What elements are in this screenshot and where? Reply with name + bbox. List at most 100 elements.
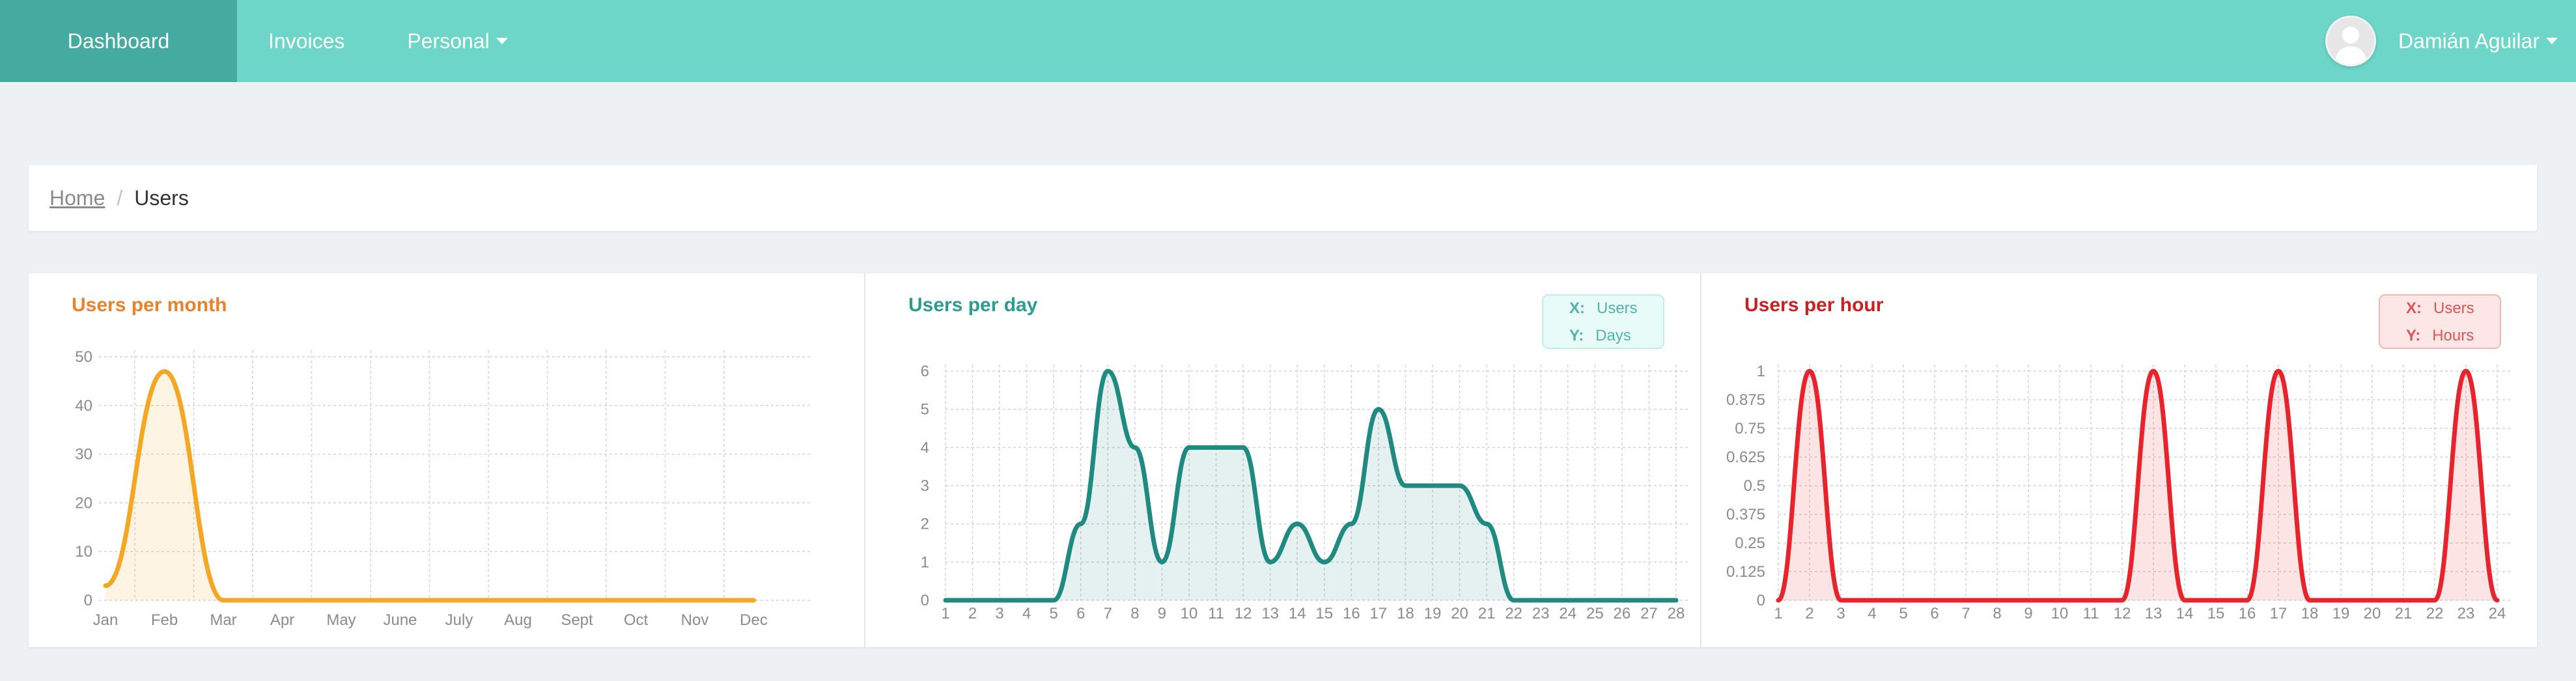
top-navbar: Dashboard Invoices Personal Damián Aguil…: [0, 0, 2576, 82]
avatar-head-shape: [2342, 27, 2359, 44]
y-tick-label: 50: [75, 348, 92, 366]
x-tick-label: Oct: [624, 611, 649, 629]
breadcrumb-separator: /: [117, 186, 123, 210]
x-tick-label: Jan: [93, 611, 119, 629]
y-tick-label: 3: [921, 477, 929, 495]
x-tick-label: 14: [2176, 605, 2194, 622]
y-tick-label: 6: [921, 363, 929, 380]
x-tick-label: 14: [1289, 605, 1306, 622]
x-tick-label: 20: [2364, 605, 2381, 622]
y-tick-label: 30: [75, 446, 92, 464]
x-tick-label: Aug: [504, 611, 532, 629]
x-tick-label: 6: [1930, 605, 1939, 622]
avatar[interactable]: [2325, 16, 2376, 66]
chevron-down-icon: [2546, 38, 2558, 44]
y-tick-label: 0: [84, 592, 92, 609]
x-tick-label: 17: [1370, 605, 1388, 622]
nav-dashboard-label: Dashboard: [67, 29, 170, 53]
x-tick-label: Feb: [151, 611, 178, 629]
y-tick-label: 4: [921, 439, 929, 456]
x-tick-label: 22: [1505, 605, 1522, 622]
y-tick-label: 40: [75, 397, 92, 415]
x-tick-label: 10: [1181, 605, 1198, 622]
y-tick-label: 1: [921, 553, 929, 571]
x-tick-label: 16: [2239, 605, 2256, 622]
x-tick-label: 27: [1640, 605, 1658, 622]
x-tick-label: Dec: [740, 611, 768, 629]
x-tick-label: Sept: [561, 611, 593, 629]
x-tick-label: Nov: [681, 611, 709, 629]
x-tick-label: July: [445, 611, 473, 629]
x-tick-label: 17: [2270, 605, 2288, 622]
x-tick-label: 22: [2426, 605, 2444, 622]
user-menu[interactable]: Damián Aguilar: [2325, 0, 2558, 82]
x-tick-label: 28: [1668, 605, 1685, 622]
x-tick-label: 2: [1805, 605, 1813, 622]
x-tick-label: 6: [1076, 605, 1085, 622]
x-tick-label: 5: [1050, 605, 1058, 622]
y-tick-label: 2: [921, 516, 929, 533]
x-tick-label: 24: [2489, 605, 2506, 622]
breadcrumb-home-link[interactable]: Home: [49, 186, 105, 210]
chart-panel-month: Users per month 0 10 20 30 40 50 Jan Feb Mar Apr M…: [29, 273, 864, 647]
x-tick-label: 21: [2395, 605, 2413, 622]
nav-personal-label: Personal: [407, 29, 490, 53]
x-tick-label: 24: [1559, 605, 1576, 622]
x-tick-label: 23: [1532, 605, 1550, 622]
user-name: Damián Aguilar: [2398, 29, 2540, 53]
x-tick-label: 26: [1614, 605, 1631, 622]
y-tick-label: 0.125: [1726, 563, 1765, 581]
chart-panel-day: Users per day X: Users Y: Days 01234561234…: [864, 273, 1701, 647]
x-tick-label: May: [326, 611, 356, 629]
x-tick-label: 16: [1343, 605, 1360, 622]
x-tick-label: 23: [2457, 605, 2475, 622]
nav-invoices-label: Invoices: [268, 29, 345, 53]
nav-invoices[interactable]: Invoices: [237, 0, 376, 82]
y-tick-label: 10: [75, 543, 92, 561]
x-tick-label: 5: [1899, 605, 1907, 622]
x-tick-label: 21: [1478, 605, 1496, 622]
x-tick-label: 19: [2332, 605, 2350, 622]
x-tick-label: 12: [1235, 605, 1252, 622]
x-tick-label: 13: [1261, 605, 1279, 622]
x-tick-label: 9: [1158, 605, 1166, 622]
chart-users-per-month: 0 10 20 30 40 50 Jan Feb Mar Apr May June July Aug Sep…: [75, 348, 810, 629]
x-tick-label: 1: [1774, 605, 1782, 622]
nav-personal-dropdown[interactable]: Personal: [376, 0, 539, 82]
x-tick-label: 9: [2024, 605, 2032, 622]
charts-card: Users per month 0 10 20 30 40 50 Jan Feb Mar Apr M…: [29, 273, 2537, 647]
chart-users-per-day: 01234561 2 3 4 5 6 7 8 9 10 11 12 13 14 15 16 17 18 19 20 21…: [921, 363, 1689, 622]
x-tick-label: 11: [2083, 605, 2099, 622]
x-tick-label: 20: [1451, 605, 1468, 622]
x-tick-label: 8: [1130, 605, 1139, 622]
x-tick-label: June: [383, 611, 417, 629]
x-tick-label: Mar: [210, 611, 236, 629]
nav-dashboard[interactable]: Dashboard: [0, 0, 237, 82]
y-tick-label: 0.25: [1735, 535, 1765, 552]
x-tick-label: 4: [1022, 605, 1031, 622]
y-tick-label: 5: [921, 401, 929, 419]
breadcrumb-current: Users: [134, 186, 189, 210]
x-tick-label: 13: [2145, 605, 2163, 622]
x-tick-label: 7: [1961, 605, 1970, 622]
y-tick-label: 0.75: [1735, 420, 1765, 438]
x-tick-label: Apr: [270, 611, 294, 629]
avatar-body-shape: [2335, 46, 2366, 64]
x-tick-label: 11: [1208, 605, 1224, 622]
x-tick-label: 3: [995, 605, 1003, 622]
x-tick-label: 12: [2114, 605, 2131, 622]
y-tick-label: 0.5: [1744, 477, 1765, 495]
x-tick-label: 15: [2207, 605, 2225, 622]
x-tick-label: 7: [1104, 605, 1112, 622]
y-tick-label: 0.375: [1726, 506, 1765, 523]
x-tick-label: 15: [1315, 605, 1333, 622]
chart-panel-hour: Users per hour X: Users Y: Hours 0 0.125 0.2…: [1700, 273, 2538, 647]
x-tick-label: 10: [2051, 605, 2069, 622]
x-tick-label: 4: [1868, 605, 1876, 622]
x-tick-label: 18: [2301, 605, 2319, 622]
chart-users-per-hour: 00.1250.250.3750.50.6250.750.87511 2 3 4 5 6 7…: [1726, 363, 2510, 622]
x-tick-label: 1: [941, 605, 949, 622]
x-tick-label: 25: [1586, 605, 1604, 622]
y-tick-label: 0.625: [1726, 449, 1765, 466]
x-tick-label: 8: [1993, 605, 2001, 622]
